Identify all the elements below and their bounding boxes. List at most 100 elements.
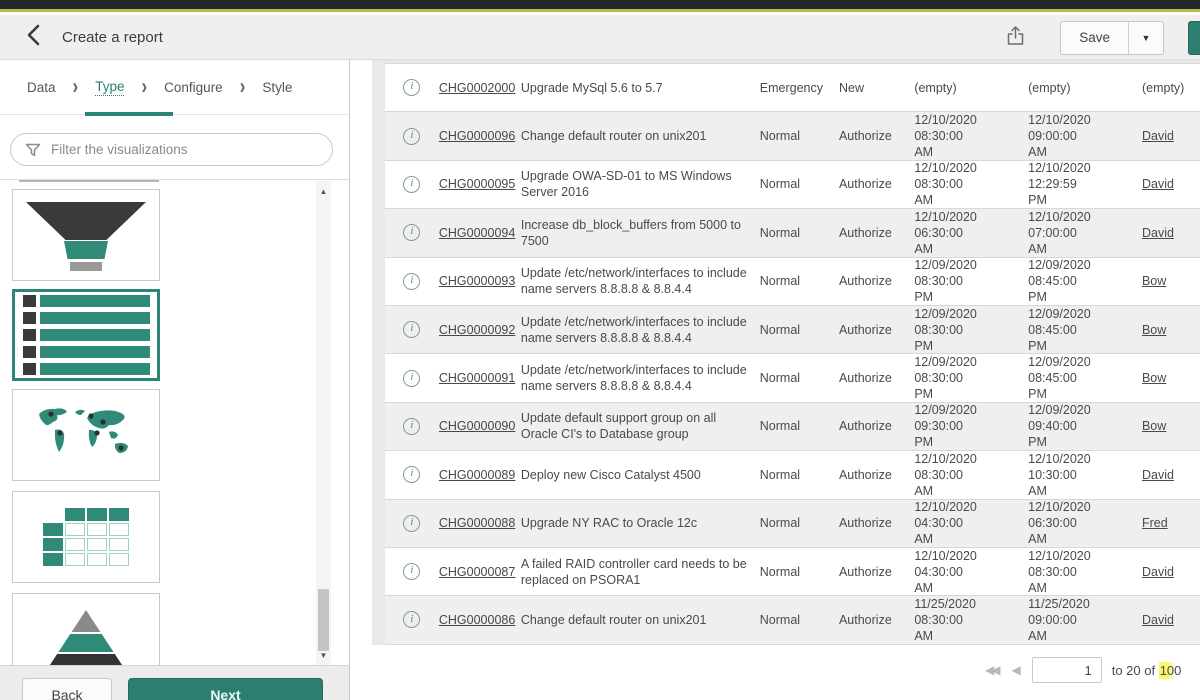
assigned-to-link[interactable]: (empty) [1142, 81, 1184, 95]
table-row[interactable]: i CHG0000088 Upgrade NY RAC to Oracle 12… [385, 500, 1200, 548]
info-icon[interactable]: i [403, 515, 420, 532]
number-cell: CHG0000087 [439, 564, 521, 580]
assigned-to-link[interactable]: David [1142, 565, 1174, 579]
assigned-to-cell: David [1142, 564, 1200, 580]
assigned-to-link[interactable]: David [1142, 613, 1174, 627]
info-icon[interactable]: i [403, 611, 420, 628]
start-date-cell: 12/09/2020 08:30:00PM [914, 306, 1028, 354]
info-cell: i [385, 563, 439, 580]
viz-option-funnel[interactable] [12, 189, 160, 281]
previous-page-icon[interactable]: ◀ [1011, 663, 1017, 677]
filter-input[interactable] [51, 142, 332, 157]
table-row[interactable]: i CHG0002000 Upgrade MySql 5.6 to 5.7 Em… [385, 64, 1200, 112]
assigned-to-cell: David [1142, 612, 1200, 628]
wizard-step-type[interactable]: Type [95, 79, 124, 96]
info-icon[interactable]: i [403, 563, 420, 580]
wizard-next-button[interactable]: Next [128, 678, 323, 700]
assigned-to-link[interactable]: David [1142, 468, 1174, 482]
assigned-to-link[interactable]: Bow [1142, 323, 1166, 337]
priority-cell: Normal [760, 273, 839, 289]
change-number-link[interactable]: CHG0000096 [439, 129, 515, 143]
start-date-cell: 12/10/2020 08:30:00AM [914, 451, 1028, 499]
chevron-right-icon: › [141, 74, 147, 100]
number-cell: CHG0000091 [439, 370, 521, 386]
table-row[interactable]: i CHG0000094 Increase db_block_buffers f… [385, 209, 1200, 257]
scroll-up-icon[interactable]: ▲ [316, 183, 331, 199]
change-number-link[interactable]: CHG0000092 [439, 323, 515, 337]
viz-option-pyramid[interactable] [12, 593, 160, 665]
change-number-link[interactable]: CHG0000095 [439, 177, 515, 191]
change-number-link[interactable]: CHG0000091 [439, 371, 515, 385]
assigned-to-link[interactable]: David [1142, 129, 1174, 143]
info-icon[interactable]: i [403, 128, 420, 145]
change-number-link[interactable]: CHG0000089 [439, 468, 515, 482]
table-row[interactable]: i CHG0000089 Deploy new Cisco Catalyst 4… [385, 451, 1200, 499]
assigned-to-link[interactable]: Fred [1142, 516, 1168, 530]
table-row[interactable]: i CHG0000095 Upgrade OWA-SD-01 to MS Win… [385, 161, 1200, 209]
list-chart-icon [23, 295, 150, 375]
info-icon[interactable]: i [403, 224, 420, 241]
description-cell: Upgrade NY RAC to Oracle 12c [521, 515, 760, 531]
table-row[interactable]: i CHG0000087 A failed RAID controller ca… [385, 548, 1200, 596]
wizard-step-configure[interactable]: Configure [164, 80, 223, 95]
info-icon[interactable]: i [403, 370, 420, 387]
table-scrollbar-track[interactable] [372, 60, 385, 645]
change-number-link[interactable]: CHG0000093 [439, 274, 515, 288]
state-cell: Authorize [839, 564, 914, 580]
viz-option-map[interactable] [12, 389, 160, 481]
table-row[interactable]: i CHG0000092 Update /etc/network/interfa… [385, 306, 1200, 354]
change-number-link[interactable]: CHG0000094 [439, 226, 515, 240]
assigned-to-cell: David [1142, 467, 1200, 483]
pagination: ◀◀ ◀ to 20 of 100 [985, 657, 1182, 683]
info-icon[interactable]: i [403, 176, 420, 193]
end-date-cell: 12/09/2020 08:45:00PM [1028, 257, 1142, 305]
end-date-cell: 12/09/2020 08:45:00PM [1028, 306, 1142, 354]
save-button[interactable]: Save [1061, 22, 1129, 54]
end-date-cell: (empty) [1028, 80, 1142, 96]
scrollbar-thumb[interactable] [318, 589, 329, 651]
table-row[interactable]: i CHG0000086 Change default router on un… [385, 596, 1200, 644]
back-button[interactable] [18, 22, 48, 52]
page-number-input[interactable] [1032, 657, 1102, 683]
info-icon[interactable]: i [403, 466, 420, 483]
end-date-cell: 12/10/2020 07:00:00AM [1028, 209, 1142, 257]
number-cell: CHG0000086 [439, 612, 521, 628]
table-row[interactable]: i CHG0000091 Update /etc/network/interfa… [385, 354, 1200, 402]
wizard-step-data[interactable]: Data [27, 80, 56, 95]
scroll-down-icon[interactable]: ▼ [316, 647, 331, 663]
assigned-to-link[interactable]: David [1142, 226, 1174, 240]
table-row[interactable]: i CHG0000090 Update default support grou… [385, 403, 1200, 451]
priority-cell: Normal [760, 467, 839, 483]
table-row[interactable]: i CHG0000096 Change default router on un… [385, 112, 1200, 160]
first-page-icon[interactable]: ◀◀ [985, 663, 997, 677]
state-cell: Authorize [839, 467, 914, 483]
change-number-link[interactable]: CHG0000086 [439, 613, 515, 627]
assigned-to-link[interactable]: David [1142, 177, 1174, 191]
panel-scrollbar[interactable]: ▲ ▼ [316, 181, 331, 665]
viz-option-heatmap-table[interactable] [12, 491, 160, 583]
info-icon[interactable]: i [403, 273, 420, 290]
table-row[interactable]: i CHG0000093 Update /etc/network/interfa… [385, 258, 1200, 306]
assigned-to-link[interactable]: Bow [1142, 419, 1166, 433]
change-number-link[interactable]: CHG0000090 [439, 419, 515, 433]
info-cell: i [385, 466, 439, 483]
info-cell: i [385, 79, 439, 96]
assigned-to-cell: Bow [1142, 322, 1200, 338]
info-icon[interactable]: i [403, 321, 420, 338]
share-button[interactable] [998, 21, 1032, 55]
start-date-cell: 12/09/2020 09:30:00PM [914, 402, 1028, 450]
viz-option-list[interactable] [12, 289, 160, 381]
change-number-link[interactable]: CHG0002000 [439, 81, 515, 95]
chevron-right-icon: › [240, 74, 246, 100]
wizard-back-button[interactable]: Back [22, 678, 112, 700]
info-icon[interactable]: i [403, 79, 420, 96]
run-button-partial[interactable] [1188, 21, 1200, 55]
assigned-to-link[interactable]: Bow [1142, 371, 1166, 385]
wizard-step-style[interactable]: Style [262, 80, 292, 95]
save-menu-button[interactable]: ▼ [1129, 22, 1163, 54]
change-number-link[interactable]: CHG0000088 [439, 516, 515, 530]
change-number-link[interactable]: CHG0000087 [439, 565, 515, 579]
back-chevron-icon [26, 24, 40, 51]
info-icon[interactable]: i [403, 418, 420, 435]
assigned-to-link[interactable]: Bow [1142, 274, 1166, 288]
